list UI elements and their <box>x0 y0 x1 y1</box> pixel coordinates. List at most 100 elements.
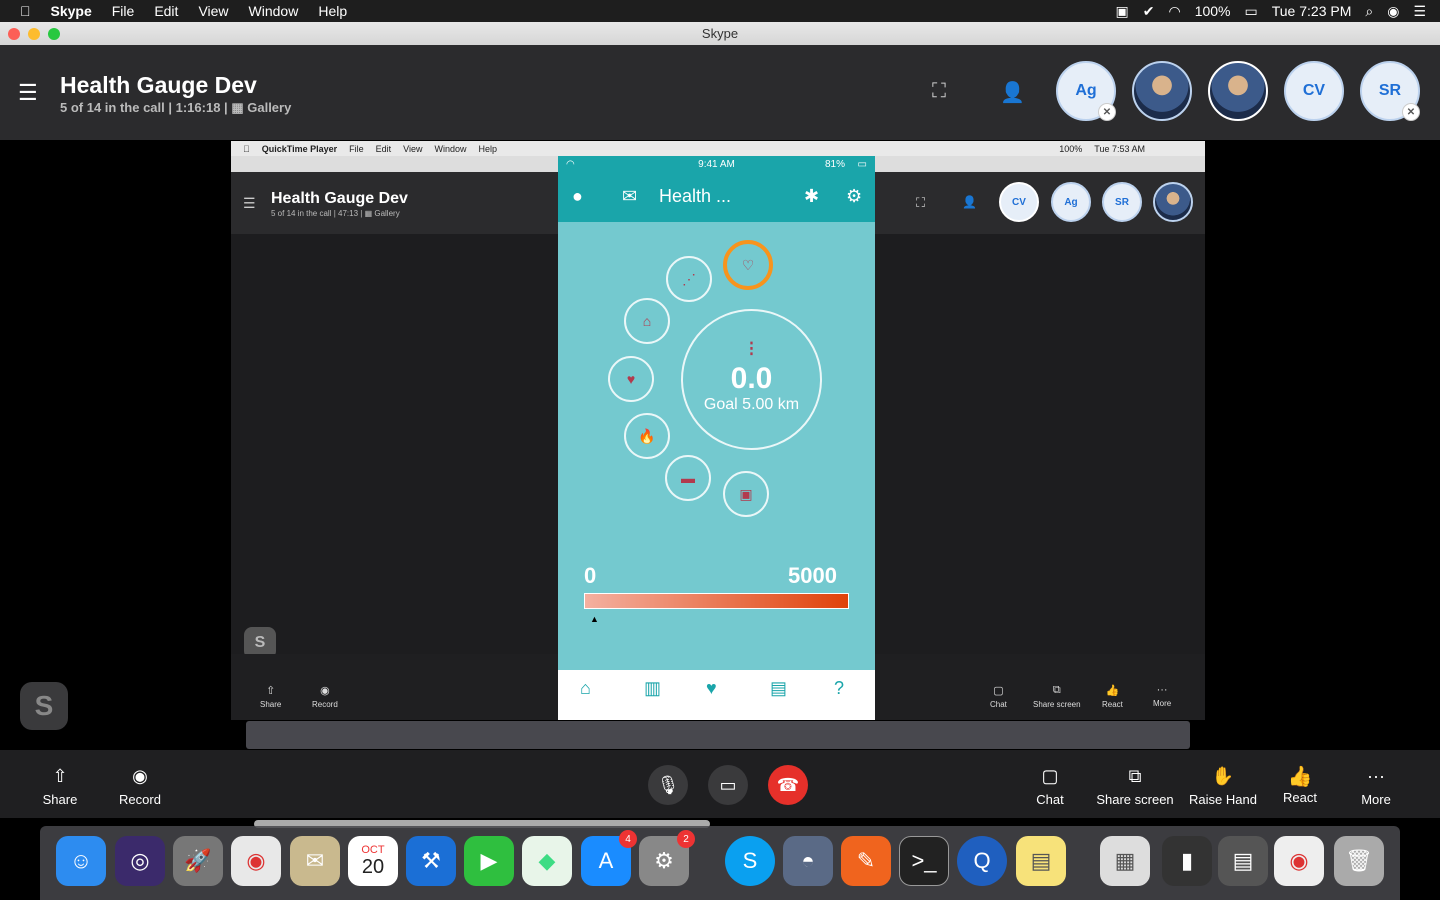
siri-icon[interactable]: ◎ <box>115 836 165 886</box>
share-label: Share <box>42 792 78 807</box>
notes-app-icon[interactable]: ▤ <box>1016 836 1066 886</box>
app-store-badge: 4 <box>619 830 637 848</box>
heart-icon[interactable]: ♥ <box>608 356 654 402</box>
avatar-initials: Ag <box>1075 82 1097 99</box>
phone-battery: 81% <box>824 159 845 170</box>
quicktime-icon[interactable]: Q <box>957 836 1007 886</box>
raise-hand-button[interactable]: ✋ Raise Hand <box>1188 766 1258 807</box>
share-icon: ⇧ <box>52 766 68 786</box>
route-icon[interactable]: ⋰ <box>666 256 712 302</box>
skype-icon[interactable]: S <box>725 836 775 886</box>
inner-gallery-icon: ▦ <box>364 209 373 218</box>
home-icon[interactable]: ⌂ <box>580 678 591 699</box>
mail-icon[interactable]: ✉ <box>622 186 637 207</box>
skype-logo-icon: S <box>20 682 68 730</box>
add-participant-icon[interactable]: 👤 <box>1000 80 1025 105</box>
shoe-icon[interactable]: ⌂ <box>624 298 670 344</box>
weight-scale-icon[interactable]: ▣ <box>723 471 769 517</box>
launchpad-icon[interactable]: 🚀 <box>173 836 223 886</box>
hamburger-menu-icon[interactable]: ☰ <box>18 80 38 106</box>
sleep-bed-icon[interactable]: ▬ <box>665 455 711 501</box>
facetime-icon[interactable]: ▶ <box>464 836 514 886</box>
settings-gear-icon[interactable]: ⚙ <box>846 186 862 207</box>
menu-edit[interactable]: Edit <box>154 3 178 19</box>
avatar-photo[interactable] <box>1208 61 1268 121</box>
heart-rate-gauge-icon[interactable]: ♡ <box>723 240 773 290</box>
react-button[interactable]: 👍 React <box>1278 764 1322 805</box>
inner-view-switch-icon: ⛶ <box>916 195 926 210</box>
health-heart-icon[interactable]: ♥ <box>706 678 717 699</box>
inner-share-screen: ⧉ Share screen <box>1033 684 1081 709</box>
android-studio-icon[interactable]: ◆ <box>522 836 572 886</box>
avatar-cv[interactable]: CV <box>1284 61 1344 121</box>
xcode-icon[interactable]: ⚒ <box>406 836 456 886</box>
chat-button[interactable]: ▢ Chat <box>1030 766 1070 807</box>
shared-menu-bar:  QuickTime Player File Edit View Window… <box>231 141 1205 156</box>
menu-window[interactable]: Window <box>249 3 299 19</box>
trash-icon[interactable]: 🗑 <box>1334 836 1384 886</box>
minimize-window-button[interactable] <box>28 28 40 40</box>
profile-icon[interactable]: ● <box>572 186 583 207</box>
video-off-icon: ▭ <box>719 774 737 795</box>
location-route-icon: ⁝ <box>748 335 755 361</box>
distance-gauge[interactable]: ⁝ 0.0 Goal 5.00 km <box>681 309 822 450</box>
wifi-icon[interactable]: ◠ <box>1168 3 1180 20</box>
more-label: More <box>1361 792 1391 807</box>
distance-goal: Goal 5.00 km <box>703 395 800 413</box>
inner-chat-label: Chat <box>990 700 1007 709</box>
help-icon[interactable]: ? <box>834 678 844 699</box>
video-toggle-button[interactable]: ▭ <box>708 765 748 805</box>
more-button[interactable]: ··· More <box>1356 766 1396 807</box>
app-store-icon[interactable]: A4 <box>581 830 637 886</box>
window-thumbnail-icon[interactable]: ▮ <box>1162 836 1212 886</box>
gallery-label[interactable]: Gallery <box>247 100 291 115</box>
zoom-window-button[interactable] <box>48 28 60 40</box>
end-call-button[interactable]: ☎ <box>768 765 808 805</box>
battery-percent[interactable]: 100% <box>1195 3 1231 19</box>
menu-view[interactable]: View <box>198 3 228 19</box>
status-icon[interactable]: ▣ <box>1116 3 1129 20</box>
chrome-icon[interactable]: ◉ <box>231 836 281 886</box>
menu-app-name[interactable]: Skype <box>51 3 92 19</box>
inner-record-label: Record <box>312 700 338 709</box>
instruments-icon[interactable]: ✎ <box>841 836 891 886</box>
mail-stamp-icon[interactable]: ✉ <box>290 836 340 886</box>
finder-icon[interactable]: ☺ <box>56 836 106 886</box>
system-preferences-icon[interactable]: ⚙ 2 <box>639 830 695 886</box>
screenium-icon[interactable]: ◓ <box>783 836 833 886</box>
terminal-icon[interactable]: >_ <box>899 836 949 886</box>
record-button[interactable]: ◉ Record <box>115 766 165 807</box>
avatar-photo[interactable] <box>1132 61 1192 121</box>
search-icon[interactable]: ⌕ <box>1365 3 1373 20</box>
react-label: React <box>1283 790 1317 805</box>
qt-menu-help: Help <box>471 143 498 154</box>
bluetooth-icon[interactable]: ✱ <box>804 186 819 207</box>
apple-icon[interactable]:  <box>20 3 31 19</box>
stats-icon[interactable]: ▥ <box>644 678 661 699</box>
window-thumbnail-icon[interactable]: ◉ <box>1274 836 1324 886</box>
clock[interactable]: Tue 7:23 PM <box>1272 3 1352 19</box>
qt-menu-view: View <box>396 143 422 154</box>
inner-gallery-label: Gallery <box>374 209 400 218</box>
window-thumbnail-icon[interactable]: ▦ <box>1100 836 1150 886</box>
call-subtitle: 5 of 14 in the call | 1:16:18 | ▦ Galler… <box>60 100 291 116</box>
gallery-icon[interactable]: ▦ <box>231 100 243 115</box>
notification-center-icon[interactable]: ☰ <box>1413 3 1426 20</box>
view-switch-icon[interactable]: ⛶ <box>932 80 946 103</box>
share-button[interactable]: ⇧ Share <box>40 766 80 807</box>
mute-mic-button[interactable]: 🎙 <box>648 765 688 805</box>
avatar-sr[interactable]: SR ✕ <box>1360 61 1420 121</box>
calendar-month: OCT <box>361 843 385 856</box>
share-screen-button[interactable]: ⧉ Share screen <box>1095 766 1175 807</box>
notes-icon[interactable]: ▤ <box>770 678 787 699</box>
qt-menu-file: File <box>342 143 364 154</box>
close-window-button[interactable] <box>8 28 20 40</box>
check-icon[interactable]: ✔ <box>1143 3 1155 20</box>
siri-icon[interactable]: ◉ <box>1387 3 1399 20</box>
menu-file[interactable]: File <box>112 3 135 19</box>
fire-icon[interactable]: 🔥 <box>624 413 670 459</box>
calendar-icon[interactable]: OCT 20 <box>348 836 398 886</box>
window-thumbnail-icon[interactable]: ▤ <box>1218 836 1268 886</box>
avatar-ag[interactable]: Ag ✕ <box>1056 61 1116 121</box>
menu-help[interactable]: Help <box>318 3 347 19</box>
